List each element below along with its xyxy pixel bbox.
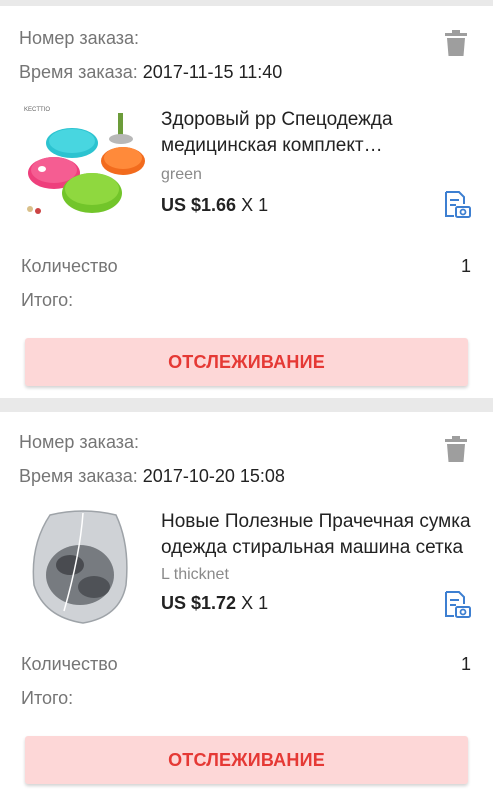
- quantity-value: 1: [460, 256, 471, 276]
- laundry-bag-image: [20, 505, 146, 631]
- track-button[interactable]: ОТСЛЕЖИВАНИЕ: [25, 338, 468, 386]
- product-variant: green: [161, 166, 202, 183]
- product-multiplier: X 1: [236, 593, 269, 613]
- order-time-label: Время заказа:: [19, 62, 138, 82]
- product-multiplier: X 1: [236, 195, 269, 215]
- product-thumbnail[interactable]: [20, 505, 146, 631]
- snapshot-icon[interactable]: [442, 590, 472, 620]
- order-time-value: 2017-11-15 11:40: [142, 62, 283, 82]
- quantity-label: Количество: [21, 256, 118, 276]
- total-label: Итого:: [21, 688, 74, 708]
- product-price: US $1.72: [161, 593, 237, 613]
- pill-box-image: KECTTIO: [20, 101, 146, 227]
- snapshot-icon[interactable]: [442, 190, 472, 220]
- card-separator: [0, 398, 493, 412]
- price-row: US $1.72 X 1: [161, 593, 268, 614]
- product-title[interactable]: Новые Полезные Прачечная сумка одежда ст…: [161, 509, 473, 561]
- product-price: US $1.66: [161, 195, 237, 215]
- total-label: Итого:: [21, 290, 74, 310]
- quantity-value: 1: [460, 654, 471, 674]
- product-variant: L thicknet: [161, 566, 229, 583]
- product-title[interactable]: Здоровый pp Спецодежда медицинская компл…: [161, 107, 473, 159]
- quantity-label: Количество: [21, 654, 118, 674]
- order-time-row: Время заказа: 2017-11-15 11:40: [19, 62, 282, 83]
- trash-icon[interactable]: [445, 30, 467, 56]
- order-number-label: Номер заказа:: [19, 28, 140, 48]
- order-card: Номер заказа: Время заказа: 2017-11-15 1…: [0, 6, 493, 398]
- order-time-label: Время заказа:: [19, 466, 138, 486]
- order-number-label: Номер заказа:: [19, 432, 140, 452]
- order-card: Номер заказа: Время заказа: 2017-10-20 1…: [0, 412, 493, 800]
- thumb-brand: KECTTIO: [24, 107, 50, 113]
- trash-icon[interactable]: [445, 436, 467, 462]
- order-time-value: 2017-10-20 15:08: [142, 466, 285, 486]
- track-button[interactable]: ОТСЛЕЖИВАНИЕ: [25, 736, 468, 784]
- price-row: US $1.66 X 1: [161, 195, 268, 216]
- order-time-row: Время заказа: 2017-10-20 15:08: [19, 466, 285, 487]
- product-thumbnail[interactable]: KECTTIO: [20, 101, 146, 227]
